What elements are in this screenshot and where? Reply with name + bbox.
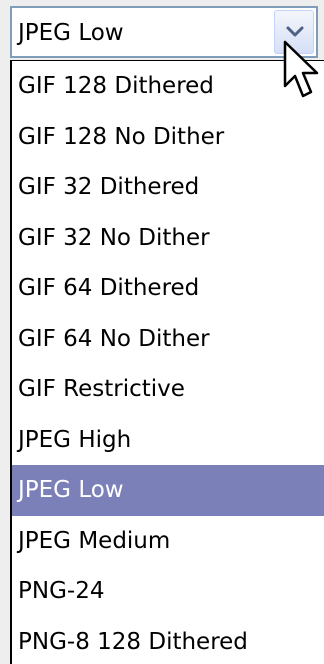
list-item[interactable]: JPEG Low <box>12 465 324 516</box>
list-item[interactable]: GIF 128 Dithered <box>12 61 324 112</box>
list-item[interactable]: GIF 32 No Dither <box>12 213 324 264</box>
format-options-list[interactable]: GIF 128 Dithered GIF 128 No Dither GIF 3… <box>10 60 324 664</box>
list-item[interactable]: JPEG High <box>12 415 324 466</box>
list-item[interactable]: PNG-24 <box>12 566 324 617</box>
list-item[interactable]: GIF 64 Dithered <box>12 263 324 314</box>
list-item[interactable]: GIF Restrictive <box>12 364 324 415</box>
list-item[interactable]: GIF 128 No Dither <box>12 112 324 163</box>
list-item[interactable]: JPEG Medium <box>12 516 324 567</box>
optimize-format-dropdown: JPEG Low GIF 128 Dithered GIF 128 No Dit… <box>0 0 324 664</box>
format-select-value: JPEG Low <box>18 20 124 46</box>
list-item[interactable]: GIF 32 Dithered <box>12 162 324 213</box>
list-item[interactable]: PNG-8 128 Dithered <box>12 617 324 664</box>
list-item[interactable]: GIF 64 No Dither <box>12 314 324 365</box>
format-select[interactable]: JPEG Low <box>10 6 318 58</box>
dropdown-arrow-button[interactable] <box>274 10 314 54</box>
chevron-down-icon <box>286 26 304 37</box>
